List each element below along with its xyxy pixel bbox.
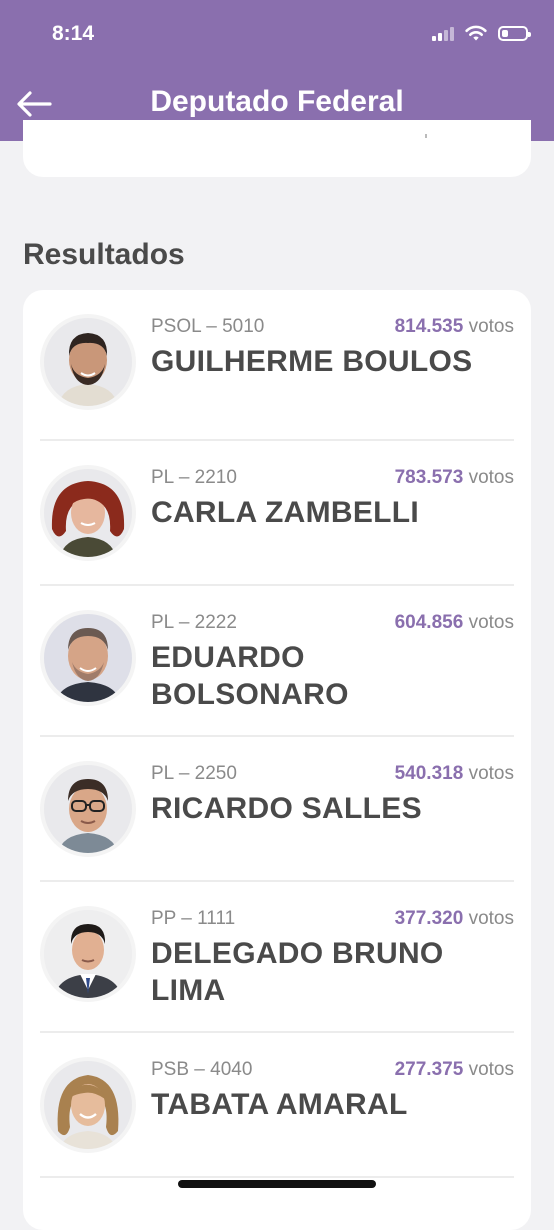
candidate-party: PL – 2250	[151, 763, 237, 784]
votes-unit: votos	[468, 467, 514, 488]
votes-count: 604.856	[394, 612, 464, 633]
candidate-votes: 377.320 votos	[395, 908, 514, 930]
results-heading: Resultados	[23, 238, 185, 271]
battery-icon	[498, 25, 531, 41]
page-title: Deputado Federal	[150, 85, 404, 118]
votes-unit: votos	[468, 908, 514, 929]
candidate-photo	[40, 906, 136, 1002]
candidate-photo	[40, 610, 136, 706]
candidate-name: EDUARDO BOLSONARO	[151, 641, 349, 711]
status-icons	[432, 24, 531, 42]
candidate-name: RICARDO SALLES	[151, 792, 422, 825]
candidate-party: PSOL – 5010	[151, 316, 265, 337]
wifi-icon	[465, 25, 487, 41]
results-list: PSOL – 5010 814.535 votos GUILHERME BOUL…	[23, 290, 531, 1230]
votes-unit: votos	[468, 612, 514, 633]
candidate-votes: 604.856 votos	[395, 612, 514, 634]
candidate-photo	[40, 314, 136, 410]
votes-count: 814.535	[394, 316, 464, 337]
votes-count: 540.318	[394, 763, 464, 784]
home-indicator[interactable]	[178, 1180, 376, 1188]
votes-count: 783.573	[394, 467, 464, 488]
candidate-votes: 814.535 votos	[395, 316, 514, 338]
candidate-name: CARLA ZAMBELLI	[151, 496, 420, 529]
candidate-photo	[40, 761, 136, 857]
candidate-row[interactable]: PP – 1111 377.320 votos DELEGADO BRUNO L…	[40, 882, 514, 1033]
status-time: 8:14	[52, 22, 95, 45]
candidate-votes: 783.573 votos	[395, 467, 514, 489]
candidate-photo	[40, 465, 136, 561]
candidate-name: DELEGADO BRUNO LIMA	[151, 937, 444, 1007]
previous-card	[23, 120, 531, 177]
candidate-votes: 540.318 votos	[395, 763, 514, 785]
candidate-party: PL – 2210	[151, 467, 237, 488]
candidate-row[interactable]: PL – 2250 540.318 votos RICARDO SALLES	[40, 737, 514, 882]
candidate-row[interactable]: PSB – 4040 277.375 votos TABATA AMARAL	[40, 1033, 514, 1178]
candidate-row[interactable]: PL – 2222 604.856 votos EDUARDO BOLSONAR…	[40, 586, 514, 737]
candidate-row[interactable]: PSOL – 5010 814.535 votos GUILHERME BOUL…	[40, 290, 514, 441]
votes-count: 277.375	[394, 1059, 464, 1080]
candidate-party: PP – 1111	[151, 908, 236, 929]
candidate-photo	[40, 1057, 136, 1153]
votes-unit: votos	[468, 316, 514, 337]
candidate-party: PL – 2222	[151, 612, 237, 633]
votes-unit: votos	[468, 763, 514, 784]
candidate-row[interactable]: PL – 2210 783.573 votos CARLA ZAMBELLI	[40, 441, 514, 586]
candidate-name: TABATA AMARAL	[151, 1088, 408, 1121]
votes-count: 377.320	[394, 908, 464, 929]
candidate-name: GUILHERME BOULOS	[151, 345, 473, 378]
votes-unit: votos	[468, 1059, 514, 1080]
candidate-votes: 277.375 votos	[395, 1059, 514, 1081]
signal-icon	[432, 25, 454, 41]
candidate-party: PSB – 4040	[151, 1059, 253, 1080]
